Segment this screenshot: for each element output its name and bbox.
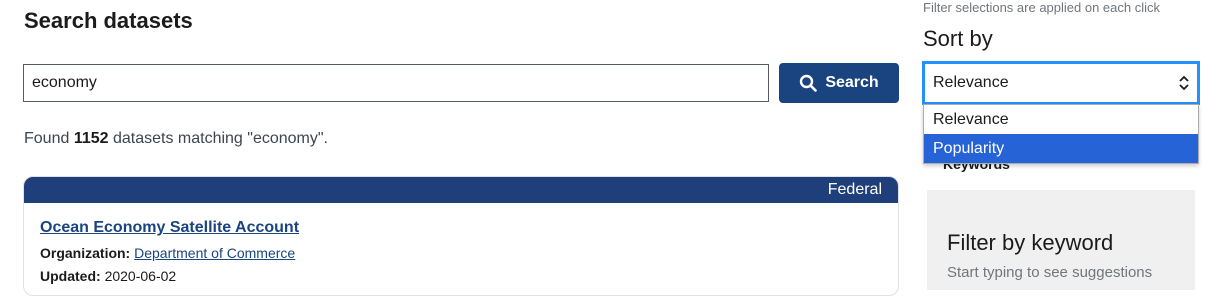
filter-by-keyword-hint: Start typing to see suggestions [947, 264, 1153, 281]
filter-hint: Filter selections are applied on each cl… [923, 0, 1161, 15]
sort-option-popularity[interactable]: Popularity [924, 134, 1198, 163]
updated-label: Updated: [40, 268, 101, 284]
result-count-prefix: Found [24, 130, 74, 147]
dataset-title-link[interactable]: Ocean Economy Satellite Account [40, 219, 299, 237]
result-count-number: 1152 [73, 130, 109, 147]
search-button-label: Search [825, 74, 879, 91]
search-button[interactable]: Search [779, 63, 899, 103]
page-title: Search datasets [24, 8, 193, 33]
updated-line: Updated: 2020-06-02 [40, 268, 176, 284]
organization-line: Organization: Department of Commerce [40, 245, 295, 261]
sort-label: Sort by [923, 26, 993, 51]
search-input[interactable] [23, 64, 769, 102]
filter-by-keyword-title: Filter by keyword [947, 230, 1114, 255]
sort-dropdown-list: Relevance Popularity [923, 104, 1199, 164]
updated-value: 2020-06-02 [104, 268, 177, 284]
result-count-suffix: datasets matching "economy". [108, 130, 328, 147]
up-down-chevron-icon [1179, 75, 1189, 91]
dataset-card: Federal Ocean Economy Satellite Account … [23, 176, 899, 296]
sort-select[interactable]: Relevance [922, 61, 1200, 105]
organization-link[interactable]: Department of Commerce [134, 245, 295, 261]
sort-select-value: Relevance [933, 74, 1009, 91]
sort-option-relevance[interactable]: Relevance [924, 105, 1198, 134]
result-count: Found 1152 datasets matching "economy". [24, 130, 328, 148]
card-badge: Federal [24, 177, 898, 203]
organization-label: Organization: [40, 245, 131, 261]
search-icon [799, 74, 818, 92]
